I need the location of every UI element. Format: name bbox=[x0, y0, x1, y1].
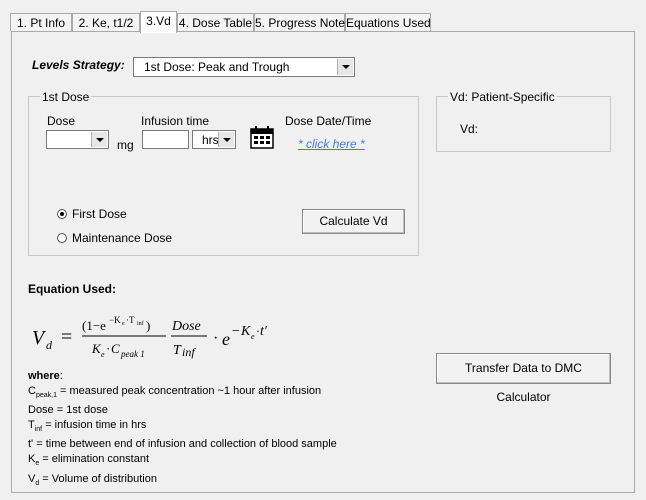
where-title: where: bbox=[28, 370, 63, 382]
vd-group-title: Vd: Patient-Specific bbox=[448, 90, 557, 104]
svg-text:V: V bbox=[32, 327, 47, 349]
def-dose: Dose = 1st dose bbox=[28, 404, 108, 417]
def-tinf: Tinf = infusion time in hrs bbox=[28, 418, 147, 433]
vd-value-label: Vd: bbox=[460, 122, 479, 136]
svg-text:e: e bbox=[122, 321, 125, 327]
dose-datetime-link[interactable]: * click here * bbox=[298, 137, 365, 151]
levels-strategy-label: Levels Strategy: bbox=[32, 58, 125, 72]
radio-maintenance-dose-indicator[interactable] bbox=[57, 233, 67, 243]
def-tprime: t' = time between end of infusion and co… bbox=[28, 438, 337, 451]
calendar-icon[interactable] bbox=[250, 125, 274, 149]
dose-datetime-label: Dose Date/Time bbox=[285, 114, 372, 128]
svg-text:K: K bbox=[240, 324, 251, 339]
tab-equations-used[interactable]: Equations Used bbox=[345, 13, 431, 31]
svg-text:Dose: Dose bbox=[171, 319, 201, 334]
def-vd: Vd = Volume of distribution bbox=[28, 472, 157, 487]
infusion-unit-value: hrs bbox=[202, 133, 219, 147]
transfer-data-button[interactable]: Transfer Data to DMC Calculator bbox=[436, 353, 611, 404]
def-cpeak: Cpeak,1 = measured peak concentration ~1… bbox=[28, 384, 322, 399]
infusion-unit-select[interactable]: hrs bbox=[192, 130, 236, 149]
infusion-time-label: Infusion time bbox=[141, 114, 210, 128]
svg-text:inf: inf bbox=[182, 345, 196, 359]
where-definitions: where: Cpeak,1 = measured peak concentra… bbox=[28, 369, 337, 491]
svg-text:−K: −K bbox=[109, 315, 121, 325]
svg-text:=: = bbox=[61, 326, 72, 348]
svg-text:t′: t′ bbox=[260, 324, 268, 339]
first-dose-group-title: 1st Dose bbox=[40, 90, 92, 104]
svg-text:·: · bbox=[106, 341, 110, 356]
tab-pt-info[interactable]: 1. Pt Info bbox=[10, 13, 72, 31]
def-ke: Ke = elimination constant bbox=[28, 452, 150, 468]
dose-label: Dose bbox=[47, 114, 76, 128]
radio-maintenance-dose[interactable]: Maintenance Dose bbox=[57, 231, 172, 245]
svg-text:e: e bbox=[251, 332, 255, 341]
svg-text:e: e bbox=[222, 329, 230, 349]
svg-text:): ) bbox=[146, 318, 150, 333]
svg-text:(1−e: (1−e bbox=[82, 318, 106, 333]
chevron-down-icon[interactable] bbox=[91, 132, 107, 147]
radio-maintenance-dose-label: Maintenance Dose bbox=[72, 231, 173, 245]
svg-text:T: T bbox=[173, 343, 182, 358]
levels-strategy-select[interactable]: 1st Dose: Peak and Trough bbox=[133, 57, 355, 77]
svg-text:d: d bbox=[46, 338, 53, 352]
chevron-down-icon[interactable] bbox=[337, 59, 353, 75]
tab-dose-table[interactable]: 4. Dose Table bbox=[177, 13, 254, 31]
radio-first-dose[interactable]: First Dose bbox=[57, 207, 127, 221]
tab-ke-half-life[interactable]: 2. Ke, t1/2 bbox=[72, 13, 140, 31]
dose-select[interactable] bbox=[46, 130, 109, 149]
svg-text:·T: ·T bbox=[126, 315, 135, 325]
infusion-time-input[interactable] bbox=[142, 130, 189, 149]
svg-text:peak 1: peak 1 bbox=[120, 349, 145, 359]
dose-unit: mg bbox=[117, 138, 134, 152]
calculate-vd-button[interactable]: Calculate Vd bbox=[302, 209, 405, 234]
svg-text:·: · bbox=[213, 330, 218, 347]
radio-first-dose-indicator[interactable] bbox=[57, 209, 67, 219]
svg-text:e: e bbox=[101, 350, 105, 359]
chevron-down-icon[interactable] bbox=[218, 132, 234, 147]
svg-text:inf: inf bbox=[137, 320, 144, 327]
equation-title: Equation Used: bbox=[28, 282, 117, 296]
radio-first-dose-label: First Dose bbox=[72, 207, 127, 221]
svg-text:−: − bbox=[232, 324, 240, 339]
tab-vd[interactable]: 3.Vd bbox=[140, 11, 177, 33]
tab-progress-note[interactable]: 5. Progress Note bbox=[254, 13, 345, 31]
svg-text:C: C bbox=[111, 341, 120, 356]
levels-strategy-value: 1st Dose: Peak and Trough bbox=[144, 60, 290, 74]
vd-equation: V d = (1−e −K e ·T inf ) K e · C peak 1 … bbox=[32, 315, 268, 359]
